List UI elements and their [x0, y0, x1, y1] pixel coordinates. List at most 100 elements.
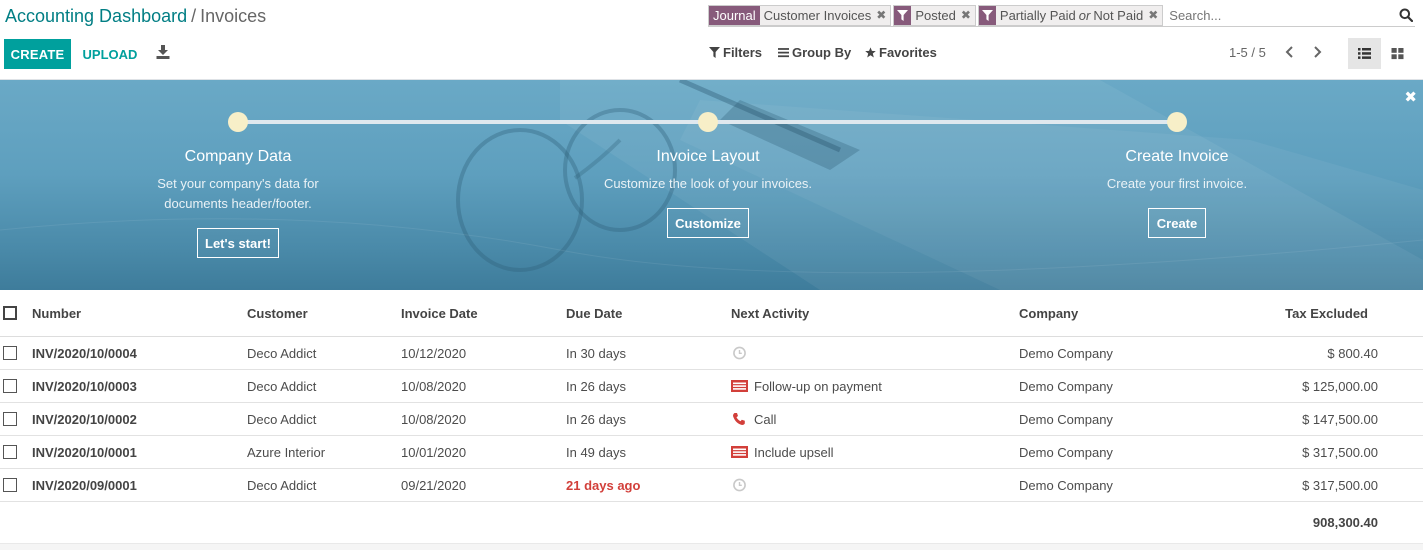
due-date: In 26 days	[566, 411, 626, 427]
lets-start-button[interactable]: Let's start!	[197, 228, 279, 258]
step-description-line: Set your company's data for	[157, 176, 319, 191]
favorites-button[interactable]: Favorites	[865, 45, 937, 60]
column-header-company[interactable]: Company	[1019, 290, 1078, 336]
remove-facet-icon[interactable]: ✖	[959, 5, 975, 25]
next-activity[interactable]	[731, 469, 754, 501]
email-activity-icon[interactable]	[731, 445, 754, 459]
next-activity[interactable]	[731, 337, 754, 369]
create-button[interactable]: CREATE	[4, 39, 71, 69]
customize-button[interactable]: Customize	[667, 208, 749, 238]
breadcrumb: Accounting Dashboard / Invoices	[5, 6, 266, 27]
facet-value: Posted	[911, 5, 960, 25]
customer-name: Deco Addict	[247, 411, 317, 427]
grid-icon	[1391, 48, 1404, 60]
due-date: In 26 days	[566, 378, 626, 394]
column-header-customer[interactable]: Customer	[247, 290, 308, 336]
activity-label: Include upsell	[754, 444, 834, 460]
search-icon[interactable]	[1399, 8, 1413, 22]
breadcrumb-parent-link[interactable]: Accounting Dashboard	[5, 6, 187, 26]
star-icon	[865, 47, 876, 58]
clock-icon[interactable]	[731, 346, 754, 360]
table-row[interactable]: INV/2020/10/0001 Azure Interior 10/01/2020…	[0, 436, 1423, 469]
tax-excluded-amount: $ 147,500.00	[1302, 411, 1378, 427]
groupby-button[interactable]: Group By	[778, 45, 851, 60]
chevron-right-icon[interactable]	[1310, 44, 1324, 60]
onboarding-banner: ✖ Company Data Set your company's data f…	[0, 80, 1423, 290]
tax-excluded-amount: $ 125,000.00	[1302, 378, 1378, 394]
invoice-date: 10/08/2020	[401, 411, 467, 427]
facet-value: Customer Invoices	[759, 5, 876, 25]
table-row[interactable]: INV/2020/09/0001 Deco Addict 09/21/2020 21 …	[0, 469, 1423, 502]
next-activity[interactable]: Follow-up on payment	[731, 370, 882, 402]
column-header-number[interactable]: Number	[32, 290, 81, 336]
search-facet-posted: Posted ✖	[893, 4, 976, 26]
column-header-next-activity[interactable]: Next Activity	[731, 290, 809, 336]
create-invoice-button[interactable]: Create	[1148, 208, 1206, 238]
select-all-checkbox[interactable]	[3, 306, 17, 320]
next-activity[interactable]: Call	[731, 403, 776, 435]
tax-excluded-amount: $ 800.40	[1327, 345, 1378, 361]
kanban-view-button[interactable]	[1381, 38, 1414, 69]
column-header-due-date[interactable]: Due Date	[566, 290, 622, 336]
table-row[interactable]: INV/2020/10/0003 Deco Addict 10/08/2020 In …	[0, 370, 1423, 403]
search-bar: Journal Customer Invoices ✖ Posted ✖ Par…	[708, 4, 1415, 27]
due-date: In 49 days	[566, 444, 626, 460]
close-icon[interactable]: ✖	[1404, 88, 1417, 106]
row-checkbox[interactable]	[3, 412, 17, 426]
remove-facet-icon[interactable]: ✖	[875, 5, 891, 25]
control-panel: Accounting Dashboard / Invoices Journal Cu…	[0, 0, 1423, 80]
phone-icon[interactable]	[731, 412, 754, 426]
row-select-cell	[3, 469, 17, 501]
activity-label: Call	[754, 411, 777, 427]
email-activity-icon[interactable]	[731, 379, 754, 393]
row-checkbox[interactable]	[3, 445, 17, 459]
invoice-date: 09/21/2020	[401, 477, 467, 493]
breadcrumb-current: Invoices	[200, 6, 267, 26]
row-select-cell	[3, 403, 17, 435]
facet-value-part: Partially Paid	[999, 7, 1076, 23]
bars-icon	[778, 48, 789, 58]
filters-button[interactable]: Filters	[709, 45, 762, 60]
remove-facet-icon[interactable]: ✖	[1147, 5, 1163, 25]
clock-icon[interactable]	[731, 478, 754, 492]
row-select-cell	[3, 370, 17, 402]
facet-value-part: Not Paid	[1093, 7, 1144, 23]
chevron-left-icon[interactable]	[1283, 44, 1297, 60]
filter-icon	[978, 5, 996, 25]
step-dot	[698, 112, 718, 132]
step-title: Company Data	[184, 148, 292, 165]
step-dot	[228, 112, 248, 132]
step-title: Create Invoice	[1125, 148, 1229, 165]
table-row[interactable]: INV/2020/10/0002 Deco Addict 10/08/2020 In …	[0, 403, 1423, 436]
list-icon	[1358, 48, 1371, 59]
download-icon[interactable]	[156, 45, 170, 59]
company-name: Demo Company	[1019, 444, 1113, 460]
table-row[interactable]: INV/2020/10/0004 Deco Addict 10/12/2020 In …	[0, 337, 1423, 370]
invoice-date: 10/01/2020	[401, 444, 467, 460]
step-description: Set your company's data for documents he…	[58, 174, 418, 214]
invoice-number: INV/2020/09/0001	[32, 477, 137, 493]
step-title: Invoice Layout	[656, 148, 760, 165]
row-checkbox[interactable]	[3, 379, 17, 393]
total-amount: 908,300.40	[1312, 515, 1378, 530]
next-activity[interactable]: Include upsell	[731, 436, 834, 468]
column-header-invoice-date[interactable]: Invoice Date	[401, 290, 478, 336]
invoice-number: INV/2020/10/0004	[32, 345, 137, 361]
tax-excluded-amount: $ 317,500.00	[1302, 444, 1378, 460]
invoice-number: INV/2020/10/0002	[32, 411, 137, 427]
invoice-date: 10/08/2020	[401, 378, 467, 394]
filters-label: Filters	[723, 45, 763, 60]
invoice-date: 10/12/2020	[401, 345, 467, 361]
column-header-tax-excluded[interactable]: Tax Excluded	[1200, 290, 1368, 336]
breadcrumb-separator: /	[191, 6, 197, 26]
pager-value[interactable]: 1-5 / 5	[1229, 45, 1266, 60]
search-input[interactable]	[1165, 4, 1415, 26]
table-footer: 908,300.40	[0, 502, 1423, 544]
search-facet-payment: Partially Paid or Not Paid ✖	[977, 4, 1164, 26]
row-checkbox[interactable]	[3, 346, 17, 360]
row-checkbox[interactable]	[3, 478, 17, 492]
company-name: Demo Company	[1019, 378, 1113, 394]
upload-button[interactable]: UPLOAD	[80, 39, 140, 69]
list-view-button[interactable]	[1348, 38, 1381, 69]
due-date: In 30 days	[566, 345, 626, 361]
